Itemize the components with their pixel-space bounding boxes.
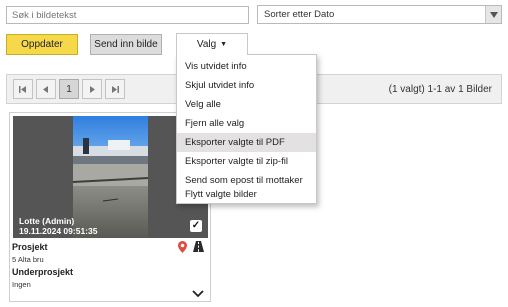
menu-item-export-zip[interactable]: Eksporter valgte til zip-fil (177, 152, 316, 171)
chevron-down-icon[interactable] (192, 289, 204, 301)
prev-page-icon[interactable] (36, 79, 56, 99)
photo-datetime: 19.11.2024 09:51:35 (19, 226, 98, 236)
menu-item-move-images[interactable]: Flytt valgte bilder (177, 185, 316, 204)
options-dropdown-button[interactable]: Valg ▼ (176, 33, 248, 55)
options-label: Valg (196, 39, 217, 50)
current-page-button[interactable]: 1 (59, 79, 79, 99)
road-icon[interactable] (193, 241, 204, 255)
last-page-icon[interactable] (105, 79, 125, 99)
options-menu: Vis utvidet info Skjul utvidet info Velg… (176, 54, 317, 204)
caret-down-icon: ▼ (220, 41, 228, 48)
sort-select[interactable]: Sorter etter Dato (257, 5, 502, 24)
subproject-value: Ingen (12, 280, 31, 289)
location-pin-icon[interactable] (178, 241, 187, 256)
send-image-button[interactable]: Send inn bilde (90, 34, 162, 55)
menu-item-select-all[interactable]: Velg alle (177, 95, 316, 114)
project-label: Prosjekt (12, 242, 48, 252)
menu-item-show-extended-info[interactable]: Vis utvidet info (177, 57, 316, 76)
checkmark-icon[interactable]: ✓ (190, 220, 202, 232)
first-page-icon[interactable] (13, 79, 33, 99)
subproject-label: Underprosjekt (12, 267, 74, 277)
menu-item-hide-extended-info[interactable]: Skjul utvidet info (177, 76, 316, 95)
menu-item-export-pdf[interactable]: Eksporter valgte til PDF (177, 133, 316, 152)
search-input[interactable] (6, 6, 249, 24)
update-button[interactable]: Oppdater (6, 34, 78, 55)
sort-select-value: Sorter etter Dato (264, 9, 335, 20)
next-page-icon[interactable] (82, 79, 102, 99)
dropdown-arrow-icon[interactable] (485, 6, 501, 23)
result-count: (1 valgt) 1-1 av 1 Bilder (388, 84, 492, 95)
photo-author: Lotte (Admin) (19, 216, 75, 226)
menu-item-clear-selection[interactable]: Fjern alle valg (177, 114, 316, 133)
project-value: 5 Alta bru (12, 255, 44, 264)
